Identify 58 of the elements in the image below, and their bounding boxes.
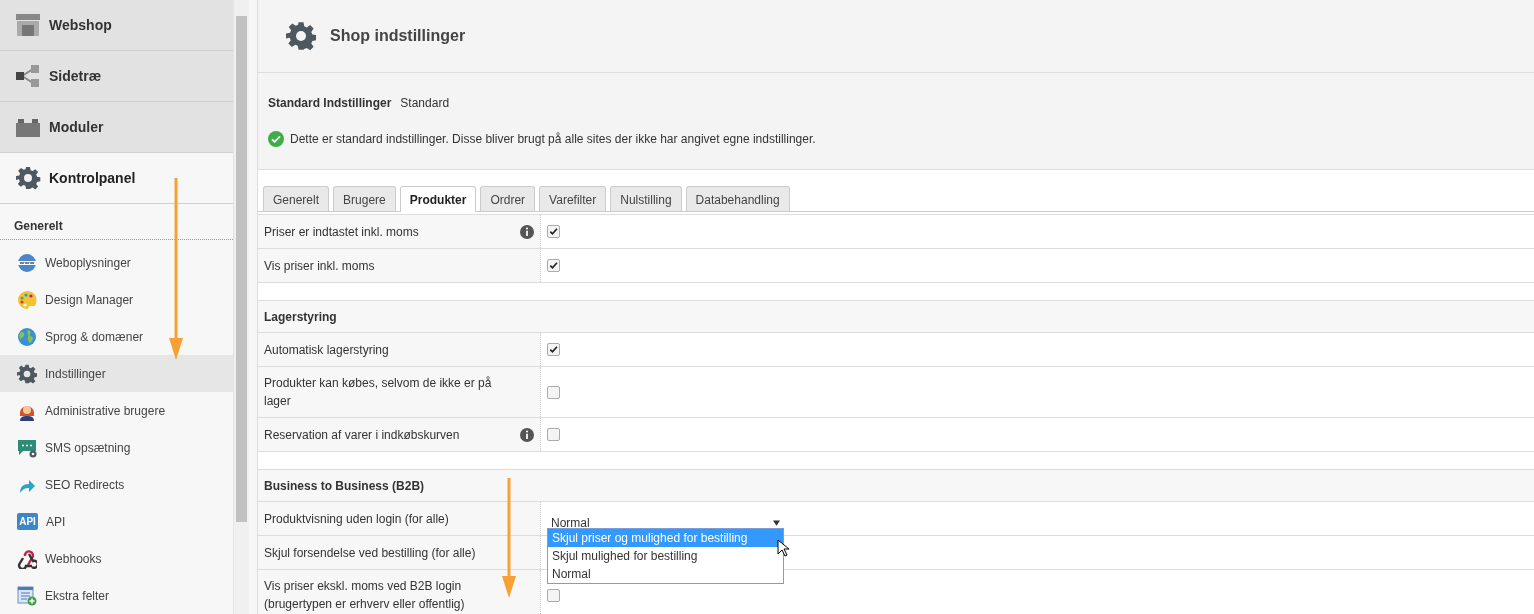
sidebar-item[interactable]: Sprog & domæner — [0, 318, 233, 355]
tab[interactable]: Databehandling — [685, 186, 790, 211]
setting-label: Automatisk lagerstyring — [264, 341, 389, 359]
chat-gear-icon — [17, 437, 37, 458]
dropdown-option[interactable]: Normal — [548, 564, 783, 583]
tab[interactable]: Varefilter — [539, 186, 607, 211]
setting-label: Produkter kan købes, selvom de ikke er på lager — [264, 375, 493, 410]
gear-icon — [286, 21, 316, 51]
setting-label: Vis priser inkl. moms — [264, 257, 375, 275]
api-badge: API — [17, 513, 38, 530]
sidebar-top-item[interactable]: Sidetræ — [0, 51, 233, 102]
check-circle-icon — [268, 131, 284, 147]
group-heading: Lagerstyring — [258, 301, 1534, 333]
section-heading: Generelt — [13, 218, 64, 235]
sitemap-icon — [15, 64, 41, 88]
checkbox[interactable] — [547, 385, 560, 399]
checkbox[interactable] — [547, 588, 560, 602]
checkbox[interactable] — [547, 259, 560, 272]
sidebar-item[interactable]: Design Manager — [0, 281, 233, 318]
info-message: Dette er standard indstillinger. Disse bliver brugt på alle sites der ikke har angivet egne indstillinger. — [290, 132, 816, 146]
tab[interactable]: Ordrer — [480, 186, 536, 211]
sidebar-item[interactable]: SEO Redirects — [0, 466, 233, 503]
settings-name-label: Standard Indstillinger — [268, 96, 392, 110]
checkbox[interactable] — [547, 225, 560, 238]
sidebar-item[interactable]: Webhooks — [0, 540, 233, 577]
checkbox[interactable] — [547, 343, 560, 356]
info-icon[interactable] — [520, 427, 534, 442]
sidebar-top-item[interactable]: Moduler — [0, 102, 233, 153]
tab[interactable]: Produkter — [399, 186, 477, 212]
setting-label: Vis priser ekskl. moms ved B2B login (brugertypen er erhverv eller offentlig) — [264, 578, 466, 613]
setting-label: Reservation af varer i indkøbskurven — [264, 426, 460, 444]
setting-label: Skjul forsendelse ved bestilling (for alle) — [264, 544, 476, 562]
sidebar-item[interactable]: API API — [0, 503, 233, 540]
checkbox[interactable] — [547, 428, 560, 441]
webhook-icon — [17, 548, 37, 569]
settings-name-value: Standard — [400, 96, 450, 110]
www-globe-icon — [17, 252, 37, 273]
tab[interactable]: Generelt — [263, 186, 330, 211]
gear-icon — [15, 166, 41, 190]
group-heading: Business to Business (B2B) — [258, 470, 1534, 502]
sidebar-item[interactable]: Indstillinger — [0, 355, 233, 392]
tab[interactable]: Nulstilling — [610, 186, 682, 211]
sidebar-item[interactable]: Weboplysninger — [0, 244, 233, 281]
scrollbar[interactable] — [233, 0, 249, 614]
sidebar-item[interactable]: Administrative brugere — [0, 392, 233, 429]
sidebar-item[interactable]: SMS opsætning — [0, 429, 233, 466]
setting-label: Produktvisning uden login (for alle) — [264, 510, 449, 528]
page-title: Shop indstillinger — [330, 27, 466, 45]
gear-icon — [17, 363, 37, 384]
store-icon — [15, 13, 41, 37]
info-icon[interactable] — [520, 224, 534, 239]
palette-icon — [17, 289, 37, 310]
globe-icon — [17, 326, 37, 347]
sidebar-top-item[interactable]: Webshop — [0, 0, 233, 51]
tab[interactable]: Brugere — [333, 186, 396, 211]
sidebar-item[interactable]: Ekstra felter — [0, 577, 233, 614]
setting-label: Priser er indtastet inkl. moms — [264, 223, 419, 241]
list-add-icon — [17, 585, 37, 606]
